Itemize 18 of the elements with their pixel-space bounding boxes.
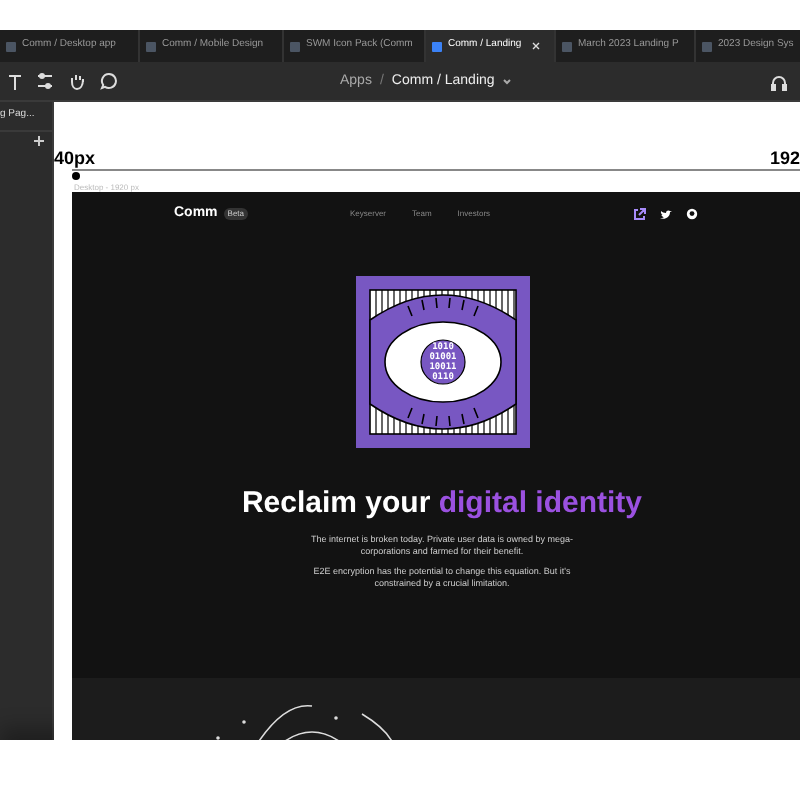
file-icon (562, 41, 572, 51)
file-icon (6, 41, 16, 51)
file-icon (290, 41, 300, 51)
file-icon (432, 41, 442, 51)
close-icon[interactable] (531, 42, 540, 50)
measurement-label: 40px (54, 146, 96, 172)
hero-heading: Reclaim your digital identity (239, 488, 645, 518)
comment-icon[interactable] (100, 72, 118, 90)
bird-icon[interactable] (660, 209, 672, 219)
settings-icon[interactable] (36, 72, 54, 90)
headphones-icon[interactable] (770, 74, 788, 92)
external-link-icon[interactable] (634, 208, 646, 220)
file-icon (146, 41, 156, 51)
text-tool-icon[interactable] (8, 73, 22, 89)
measurement-label: 192 (769, 146, 800, 172)
chevron-down-icon[interactable] (502, 78, 513, 87)
add-page-icon[interactable] (34, 136, 44, 146)
file-icon (702, 41, 712, 51)
